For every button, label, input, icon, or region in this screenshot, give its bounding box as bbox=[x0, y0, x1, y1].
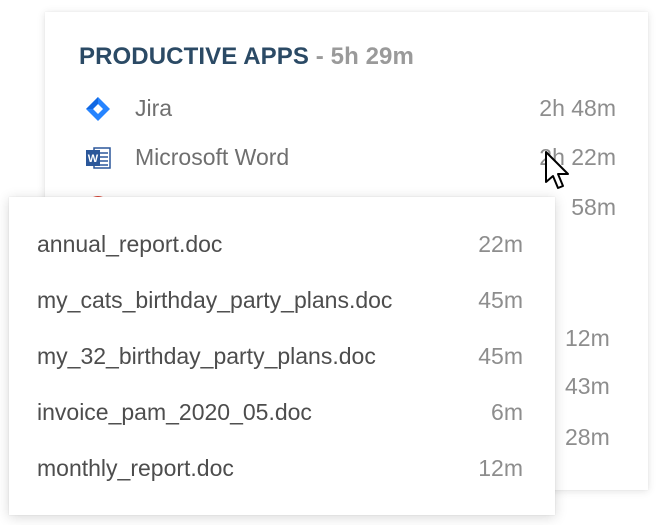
partial-time: 12m bbox=[565, 325, 610, 351]
app-time: 58m bbox=[571, 194, 616, 220]
productive-apps-total: 5h 29m bbox=[330, 43, 414, 70]
document-name: invoice_pam_2020_05.doc bbox=[37, 399, 312, 425]
app-row-microsoft-word[interactable]: W Microsoft Word 2h 22m bbox=[79, 140, 616, 174]
documents-dropdown: annual_report.doc 22m my_cats_birthday_p… bbox=[9, 197, 555, 515]
header-separator: - bbox=[308, 43, 331, 70]
document-time: 12m bbox=[478, 455, 523, 481]
stage: PRODUCTIVE APPS - 5h 29m Jira 2h 48m W M… bbox=[0, 0, 660, 525]
document-name: annual_report.doc bbox=[37, 231, 223, 257]
document-row[interactable]: monthly_report.doc 12m bbox=[37, 450, 523, 484]
app-time: 2h 48m bbox=[539, 95, 616, 121]
document-time: 45m bbox=[478, 343, 523, 369]
app-time: 2h 22m bbox=[539, 144, 616, 170]
jira-icon bbox=[86, 97, 110, 121]
document-time: 45m bbox=[478, 287, 523, 313]
productive-apps-title: PRODUCTIVE APPS bbox=[79, 43, 309, 70]
app-label: Microsoft Word bbox=[135, 144, 290, 170]
document-time: 22m bbox=[478, 231, 523, 257]
document-row[interactable]: my_cats_birthday_party_plans.doc 45m bbox=[37, 282, 523, 316]
document-row[interactable]: my_32_birthday_party_plans.doc 45m bbox=[37, 338, 523, 372]
svg-text:W: W bbox=[88, 153, 99, 165]
partial-time: 28m bbox=[565, 424, 610, 450]
productive-apps-header: PRODUCTIVE APPS - 5h 29m bbox=[79, 43, 414, 71]
word-icon: W bbox=[86, 147, 111, 169]
partial-time: 43m bbox=[565, 373, 610, 399]
document-time: 6m bbox=[491, 399, 523, 425]
document-name: monthly_report.doc bbox=[37, 455, 234, 481]
app-label: Jira bbox=[135, 95, 173, 121]
document-row[interactable]: invoice_pam_2020_05.doc 6m bbox=[37, 394, 523, 428]
document-row[interactable]: annual_report.doc 22m bbox=[37, 226, 523, 260]
app-row-jira[interactable]: Jira 2h 48m bbox=[79, 91, 616, 125]
document-name: my_cats_birthday_party_plans.doc bbox=[37, 287, 393, 313]
document-name: my_32_birthday_party_plans.doc bbox=[37, 343, 376, 369]
